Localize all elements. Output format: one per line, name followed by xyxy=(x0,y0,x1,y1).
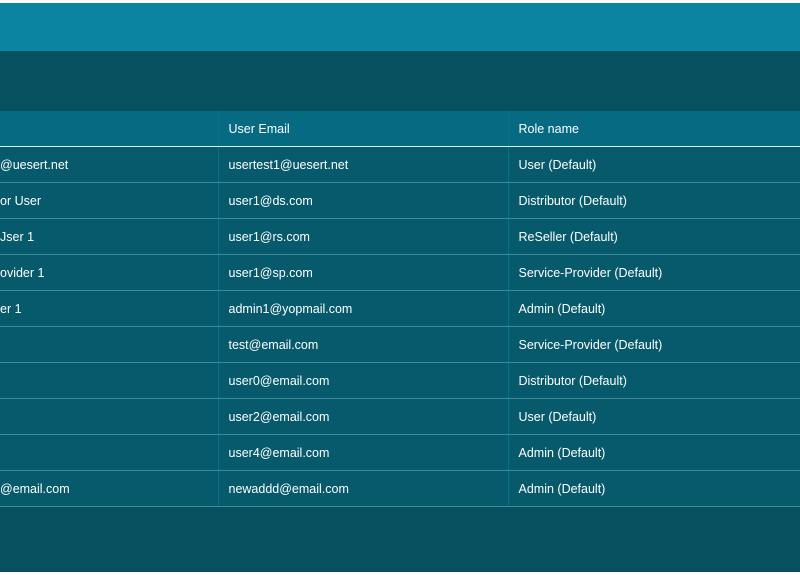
cell-user-email: test@email.com xyxy=(217,326,508,363)
cell-user-name: @email.com xyxy=(0,470,218,507)
table-row[interactable]: user4@email.com Admin (Default) xyxy=(0,434,800,471)
cell-user-name: Jser 1 xyxy=(0,218,218,255)
cell-role-name: User (Default) xyxy=(507,146,800,183)
table-header-row: User Email Role name xyxy=(0,111,800,147)
cell-role-name: Admin (Default) xyxy=(507,434,800,471)
cell-role-name: Service-Provider (Default) xyxy=(507,326,800,363)
table-row[interactable]: test@email.com Service-Provider (Default) xyxy=(0,326,800,363)
cell-user-name xyxy=(0,362,218,399)
cell-user-email: admin1@yopmail.com xyxy=(217,290,508,327)
cell-user-email: user2@email.com xyxy=(217,398,508,435)
cell-user-email: user1@rs.com xyxy=(217,218,508,255)
cell-role-name: Admin (Default) xyxy=(507,290,800,327)
cell-role-name: Admin (Default) xyxy=(507,470,800,507)
users-table-container: User Email Role name @uesert.net usertest… xyxy=(0,111,800,507)
cell-user-email: user4@email.com xyxy=(217,434,508,471)
table-row[interactable]: user2@email.com User (Default) xyxy=(0,398,800,435)
cell-user-name: or User xyxy=(0,182,218,219)
table-row[interactable]: user0@email.com Distributor (Default) xyxy=(0,362,800,399)
cell-user-name: er 1 xyxy=(0,290,218,327)
cell-user-email: usertest1@uesert.net xyxy=(217,146,508,183)
column-header-user-name[interactable] xyxy=(0,111,218,147)
table-row[interactable]: Jser 1 user1@rs.com ReSeller (Default) xyxy=(0,218,800,255)
cell-user-email: user1@sp.com xyxy=(217,254,508,291)
app-frame: User Email Role name @uesert.net usertest… xyxy=(0,3,800,572)
users-table: User Email Role name @uesert.net usertest… xyxy=(0,111,800,507)
column-header-role-name[interactable]: Role name xyxy=(507,111,800,147)
table-row[interactable]: @email.com newaddd@email.com Admin (Defaul… xyxy=(0,470,800,507)
table-row[interactable]: ovider 1 user1@sp.com Service-Provider (De… xyxy=(0,254,800,291)
cell-role-name: User (Default) xyxy=(507,398,800,435)
table-row[interactable]: or User user1@ds.com Distributor (Default) xyxy=(0,182,800,219)
column-header-user-email[interactable]: User Email xyxy=(217,111,508,147)
cell-user-name: @uesert.net xyxy=(0,146,218,183)
cell-user-name xyxy=(0,398,218,435)
sub-header-bar xyxy=(0,51,800,111)
top-header-bar xyxy=(0,3,800,51)
cell-user-email: user0@email.com xyxy=(217,362,508,399)
table-row[interactable]: er 1 admin1@yopmail.com Admin (Default) xyxy=(0,290,800,327)
cell-role-name: Distributor (Default) xyxy=(507,362,800,399)
cell-role-name: ReSeller (Default) xyxy=(507,218,800,255)
cell-user-name: ovider 1 xyxy=(0,254,218,291)
cell-user-name xyxy=(0,326,218,363)
cell-user-name xyxy=(0,434,218,471)
table-row[interactable]: @uesert.net usertest1@uesert.net User (Def… xyxy=(0,146,800,183)
cell-role-name: Distributor (Default) xyxy=(507,182,800,219)
cell-user-email: newaddd@email.com xyxy=(217,470,508,507)
cell-user-email: user1@ds.com xyxy=(217,182,508,219)
cell-role-name: Service-Provider (Default) xyxy=(507,254,800,291)
